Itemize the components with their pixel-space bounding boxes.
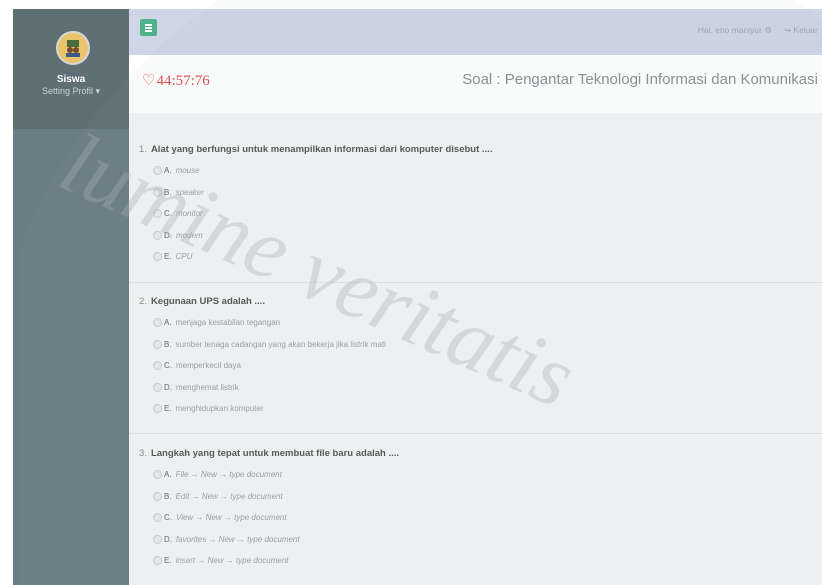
avatar[interactable] xyxy=(56,31,90,65)
question-3: 3. Langkah yang tepat untuk membuat file … xyxy=(139,448,399,572)
option-letter: A. xyxy=(164,166,172,176)
option-letter: E. xyxy=(164,556,172,566)
option-letter: B. xyxy=(164,491,172,501)
option-letter: A. xyxy=(164,318,172,328)
profile-panel: Siswa Setting Profil ▾ xyxy=(13,9,129,129)
countdown-timer: ♡44:57:76 xyxy=(142,71,210,90)
option-text: CPU xyxy=(175,252,193,262)
option-1b[interactable]: B. speaker xyxy=(139,182,492,204)
alarm-icon: ♡ xyxy=(142,73,156,89)
hamburger-icon-line xyxy=(145,30,152,32)
option-text: sumber tenaga cadangan yang akan bekerja… xyxy=(175,339,386,349)
radio-button[interactable] xyxy=(153,382,162,392)
sidebar: Siswa Setting Profil ▾ xyxy=(13,9,129,585)
option-text: mouse xyxy=(175,166,200,176)
option-text: speaker xyxy=(175,187,205,197)
question-number: 3. xyxy=(139,448,147,459)
option-letter: E. xyxy=(164,404,172,414)
question-label: Kegunaan UPS adalah .... xyxy=(150,296,265,307)
radio-button[interactable] xyxy=(153,534,162,544)
radio-button[interactable] xyxy=(153,252,162,262)
option-letter: B. xyxy=(164,187,172,197)
question-text: 1. Alat yang berfungsi untuk menampilkan … xyxy=(139,144,492,155)
question-number: 2. xyxy=(139,296,147,307)
question-text: 3. Langkah yang tepat untuk membuat file … xyxy=(139,448,399,459)
hamburger-icon xyxy=(145,24,152,26)
top-bar: Hai, eno maniyur ⚙ ↪ Keluar xyxy=(129,9,822,55)
hamburger-icon-line xyxy=(145,27,152,29)
question-text: 2. Kegunaan UPS adalah .... xyxy=(139,296,386,307)
option-3e[interactable]: E. insert → New → type document xyxy=(139,550,399,572)
option-text: menjaga kestabilan tegangan xyxy=(175,318,281,328)
radio-button[interactable] xyxy=(153,491,162,501)
question-number: 1. xyxy=(139,144,147,155)
option-2e[interactable]: E. menghidupkan komputer xyxy=(139,398,386,420)
radio-button[interactable] xyxy=(153,513,162,523)
option-2d[interactable]: D. menghemat listrik xyxy=(139,377,386,399)
question-1: 1. Alat yang berfungsi untuk menampilkan … xyxy=(139,144,492,268)
radio-button[interactable] xyxy=(153,404,162,414)
option-letter: D. xyxy=(164,534,172,544)
option-text: modem xyxy=(176,230,203,240)
radio-button[interactable] xyxy=(153,230,162,240)
question-2: 2. Kegunaan UPS adalah .... A. menjaga kes… xyxy=(139,296,386,420)
option-text: menghemat listrik xyxy=(176,382,239,392)
student-avatar-icon xyxy=(66,40,80,57)
question-list: 1. Alat yang berfungsi untuk menampilkan … xyxy=(129,113,822,585)
timer-value: 44:57:76 xyxy=(156,73,210,89)
option-3a[interactable]: A. File → New → type document xyxy=(139,464,399,486)
divider xyxy=(129,433,822,434)
option-text: View → New → type document xyxy=(176,513,287,523)
user-menu: Hai, eno maniyur ⚙ ↪ Keluar xyxy=(698,25,818,36)
option-letter: D. xyxy=(164,230,172,240)
option-text: monitor xyxy=(176,209,203,219)
logout-link[interactable]: ↪ Keluar xyxy=(784,25,818,35)
option-letter: B. xyxy=(164,339,172,349)
option-text: File → New → type document xyxy=(175,470,282,480)
user-name: Siswa xyxy=(56,74,86,85)
option-2b[interactable]: B. sumber tenaga cadangan yang akan beker… xyxy=(139,334,386,356)
menu-toggle-button[interactable] xyxy=(140,19,157,36)
option-1a[interactable]: A. mouse xyxy=(139,160,492,182)
radio-button[interactable] xyxy=(153,470,162,480)
option-text: menghidupkan komputer xyxy=(175,404,264,414)
option-text: memperkecil daya xyxy=(176,361,241,371)
question-label: Alat yang berfungsi untuk menampilkan in… xyxy=(150,144,493,155)
radio-button[interactable] xyxy=(153,556,162,566)
radio-button[interactable] xyxy=(153,339,162,349)
exam-title: Soal : Pengantar Teknologi Informasi dan… xyxy=(462,71,818,88)
option-letter: A. xyxy=(164,470,172,480)
option-2c[interactable]: C. memperkecil daya xyxy=(139,355,386,377)
radio-button[interactable] xyxy=(153,318,162,328)
option-letter: C. xyxy=(164,361,172,371)
option-letter: E. xyxy=(164,252,172,262)
option-1c[interactable]: C. monitor xyxy=(139,203,492,225)
radio-button[interactable] xyxy=(153,187,162,197)
option-text: favorites → New → type document xyxy=(176,534,300,544)
option-letter: C. xyxy=(164,513,172,523)
option-text: Edit → New → type document xyxy=(175,491,283,501)
option-3d[interactable]: D. favorites → New → type document xyxy=(139,529,399,551)
option-letter: D. xyxy=(164,382,172,392)
question-label: Langkah yang tepat untuk membuat file ba… xyxy=(150,448,400,459)
option-2a[interactable]: A. menjaga kestabilan tegangan xyxy=(139,312,386,334)
radio-button[interactable] xyxy=(153,361,162,371)
exam-header: ♡44:57:76 Soal : Pengantar Teknologi Inf… xyxy=(129,55,822,113)
option-letter: C. xyxy=(164,209,172,219)
option-3c[interactable]: C. View → New → type document xyxy=(139,507,399,529)
option-1d[interactable]: D. modem xyxy=(139,225,492,247)
setting-profile-link[interactable]: Setting Profil ▾ xyxy=(13,86,129,97)
greeting-text[interactable]: Hai, eno maniyur ⚙ xyxy=(698,25,772,35)
option-3b[interactable]: B. Edit → New → type document xyxy=(139,486,399,508)
radio-button[interactable] xyxy=(153,209,162,219)
option-1e[interactable]: E. CPU xyxy=(139,246,492,268)
option-text: insert → New → type document xyxy=(175,556,289,566)
divider xyxy=(129,282,822,283)
radio-button[interactable] xyxy=(153,166,162,176)
